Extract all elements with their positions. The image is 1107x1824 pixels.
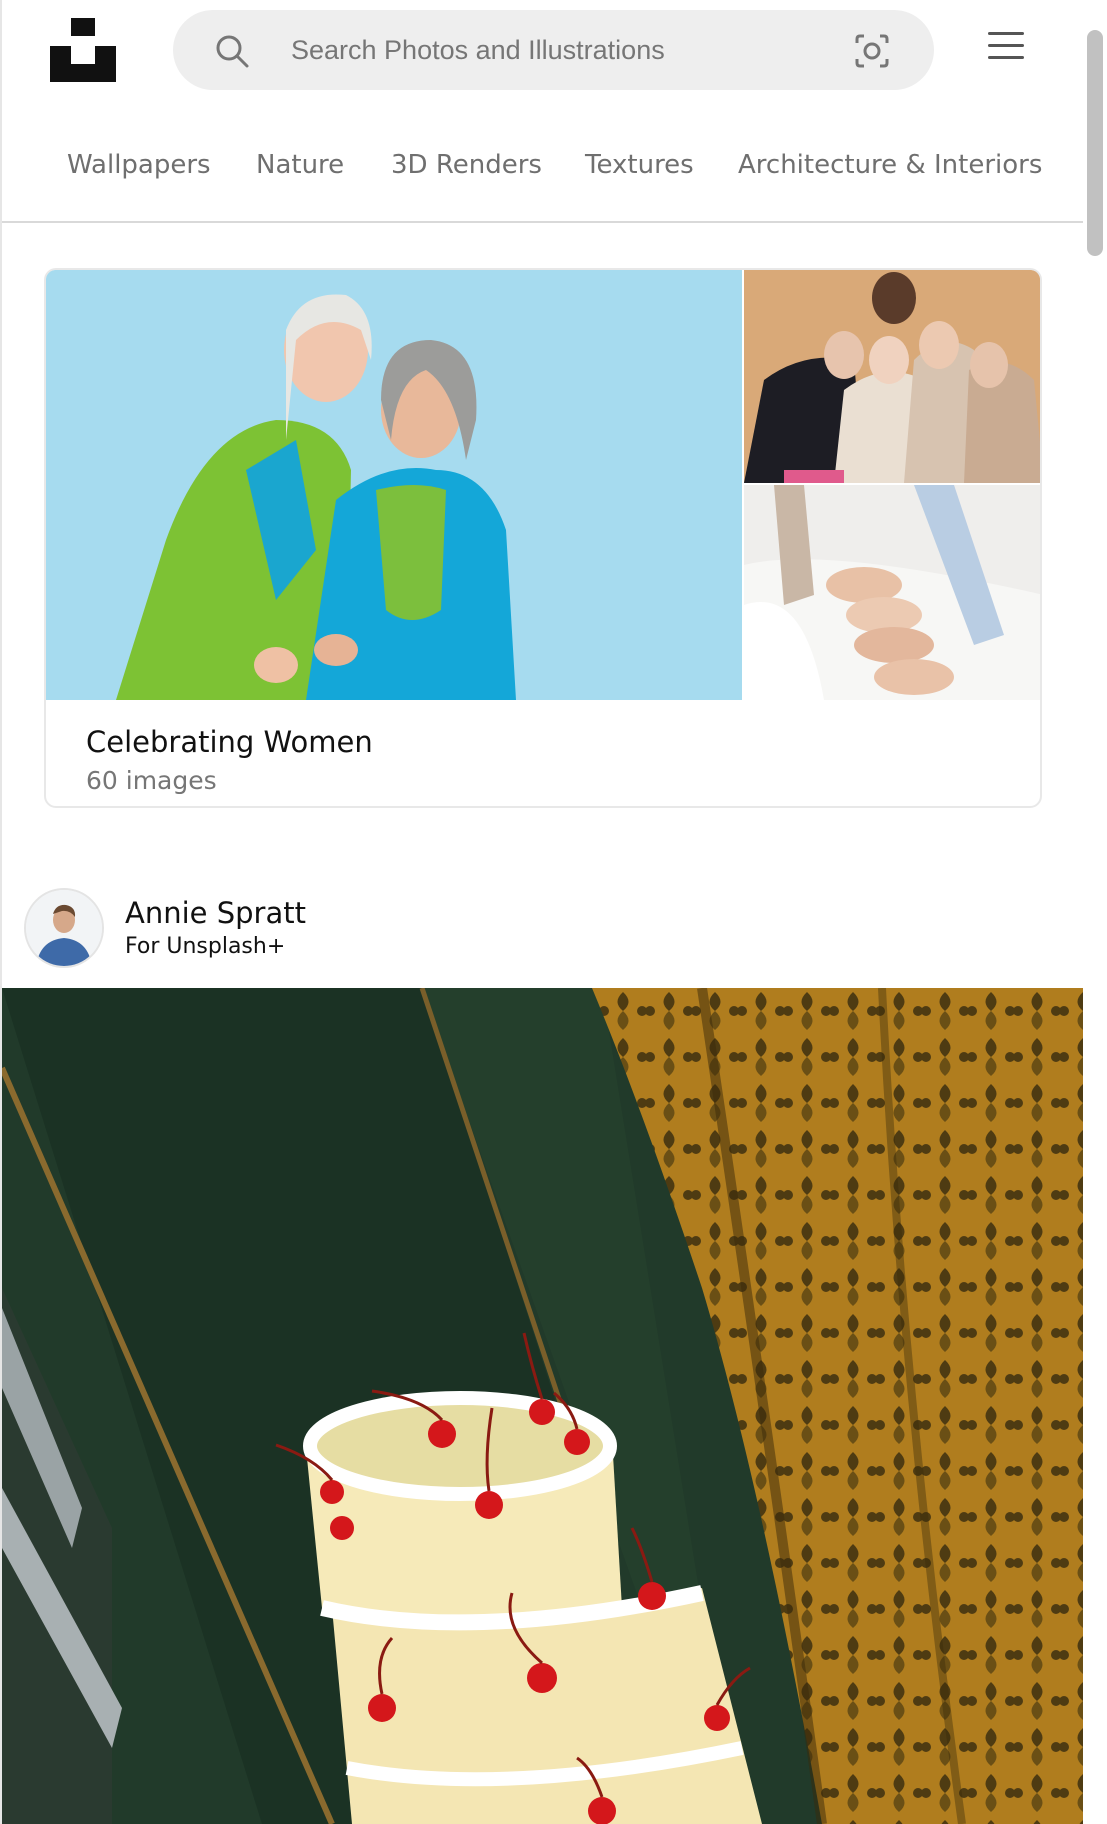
collection-image-bottom[interactable] — [744, 485, 1040, 700]
category-architecture-interiors[interactable]: Architecture & Interiors — [738, 150, 1042, 180]
category-nav: Wallpapers Nature 3D Renders Textures Ar… — [2, 140, 1083, 202]
collection-image-top[interactable] — [744, 270, 1040, 483]
collection-image-main[interactable] — [46, 270, 742, 700]
visual-search-icon[interactable] — [853, 32, 891, 70]
featured-photo[interactable] — [2, 988, 1083, 1824]
search-bar[interactable] — [173, 10, 934, 90]
avatar[interactable] — [24, 888, 104, 968]
collection-count: 60 images — [86, 766, 217, 795]
collection-card[interactable]: Celebrating Women 60 images — [44, 268, 1042, 808]
post-author: Annie Spratt For Unsplash+ — [24, 888, 624, 970]
author-name[interactable]: Annie Spratt — [125, 896, 306, 930]
scrollbar[interactable] — [1087, 30, 1103, 256]
hamburger-menu-icon[interactable] — [986, 28, 1026, 64]
category-wallpapers[interactable]: Wallpapers — [67, 150, 211, 180]
top-header — [2, 0, 1083, 100]
unsplash-logo[interactable] — [50, 18, 116, 82]
collection-title[interactable]: Celebrating Women — [86, 725, 373, 759]
divider — [2, 221, 1083, 223]
page: Wallpapers Nature 3D Renders Textures Ar… — [0, 0, 1083, 1824]
author-subtitle[interactable]: For Unsplash+ — [125, 934, 285, 959]
search-icon[interactable] — [213, 32, 251, 70]
category-textures[interactable]: Textures — [585, 150, 694, 180]
category-nature[interactable]: Nature — [256, 150, 344, 180]
search-input[interactable] — [291, 26, 791, 74]
category-3d-renders[interactable]: 3D Renders — [391, 150, 542, 180]
